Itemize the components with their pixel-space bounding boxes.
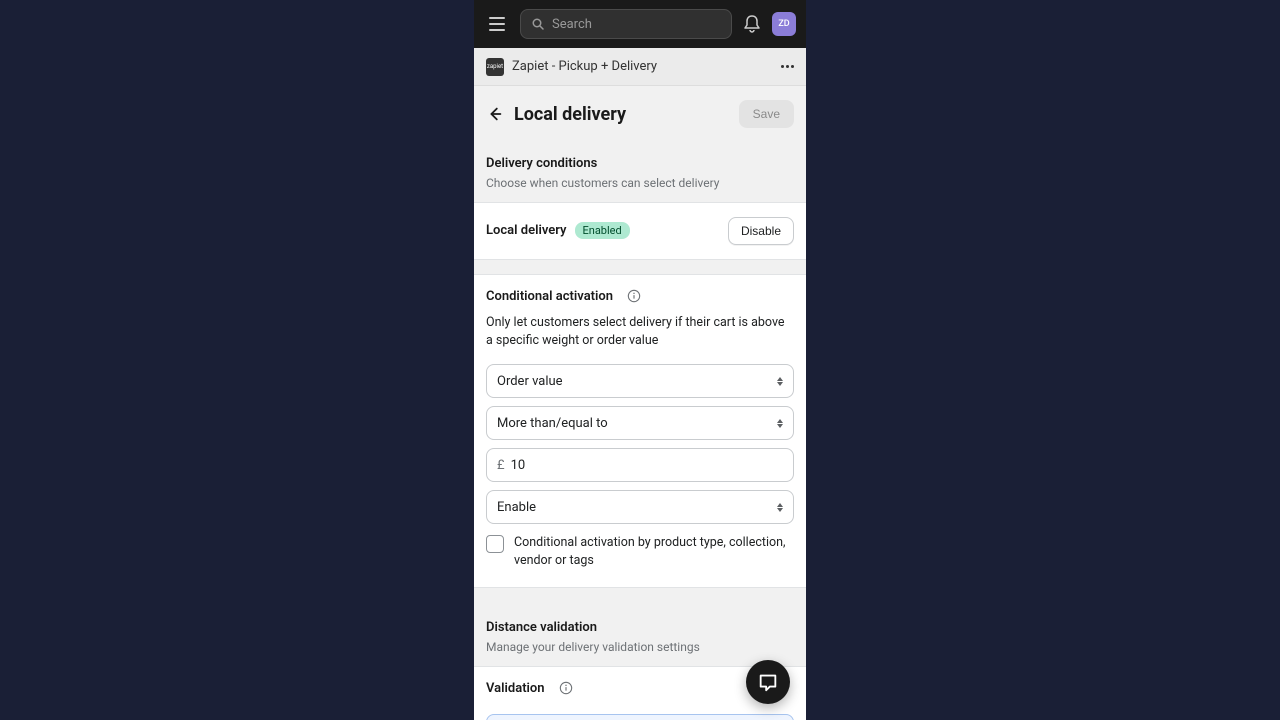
info-banner: Add eligible postal codes to locations E… xyxy=(486,714,794,720)
amount-value: 10 xyxy=(511,458,783,473)
currency-prefix: £ xyxy=(497,458,505,473)
info-icon[interactable] xyxy=(559,681,573,695)
comparator-value: More than/equal to xyxy=(497,416,608,431)
select-caret-icon xyxy=(777,419,783,428)
search-icon xyxy=(531,17,546,32)
app-name: Zapiet - Pickup + Delivery xyxy=(512,59,781,74)
action-value: Enable xyxy=(497,500,536,515)
hamburger-menu-icon[interactable] xyxy=(484,11,510,37)
chat-icon xyxy=(757,671,779,693)
chat-support-button[interactable] xyxy=(746,660,790,704)
avatar[interactable]: ZD xyxy=(772,12,796,36)
comparator-select[interactable]: More than/equal to xyxy=(486,406,794,440)
product-type-checkbox[interactable] xyxy=(486,535,504,553)
notifications-icon[interactable] xyxy=(742,14,762,34)
save-button[interactable]: Save xyxy=(739,100,794,128)
product-type-checkbox-label: Conditional activation by product type, … xyxy=(514,534,794,569)
disable-button[interactable]: Disable xyxy=(728,217,794,245)
distance-validation-title: Distance validation xyxy=(486,620,794,635)
field-type-select[interactable]: Order value xyxy=(486,364,794,398)
delivery-conditions-title: Delivery conditions xyxy=(486,156,794,171)
status-badge: Enabled xyxy=(575,222,630,239)
validation-label: Validation xyxy=(486,681,545,696)
conditional-description: Only let customers select delivery if th… xyxy=(486,314,794,350)
search-placeholder: Search xyxy=(552,17,592,32)
delivery-conditions-subtitle: Choose when customers can select deliver… xyxy=(486,175,794,192)
app-logo-icon: zapiet xyxy=(486,58,504,76)
search-input[interactable]: Search xyxy=(520,9,732,39)
info-icon[interactable] xyxy=(627,289,641,303)
page-title: Local delivery xyxy=(514,104,729,125)
conditional-activation-title: Conditional activation xyxy=(486,289,613,304)
select-caret-icon xyxy=(777,503,783,512)
local-delivery-label: Local delivery xyxy=(486,223,567,238)
select-caret-icon xyxy=(777,377,783,386)
more-options-icon[interactable] xyxy=(781,65,794,68)
distance-validation-subtitle: Manage your delivery validation settings xyxy=(486,639,794,656)
action-select[interactable]: Enable xyxy=(486,490,794,524)
amount-input[interactable]: £ 10 xyxy=(486,448,794,482)
field-type-value: Order value xyxy=(497,374,563,389)
back-arrow-icon[interactable] xyxy=(486,105,504,123)
